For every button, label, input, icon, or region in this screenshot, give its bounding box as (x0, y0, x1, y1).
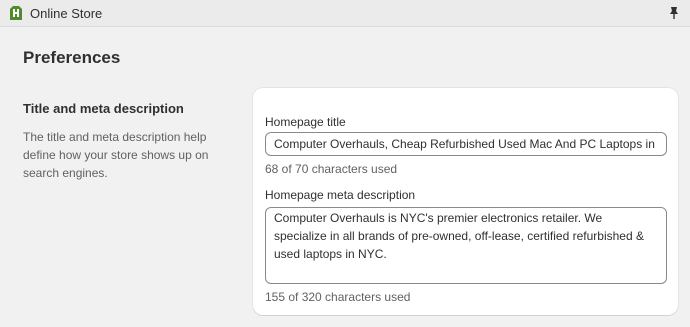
section-heading: Title and meta description (23, 101, 184, 116)
page-title: Preferences (23, 48, 121, 67)
pin-icon[interactable] (668, 6, 680, 20)
shopify-bag-icon (10, 6, 22, 20)
top-bar: Online Store (0, 0, 690, 27)
homepage-title-label: Homepage title (265, 115, 346, 129)
meta-description-textarea[interactable]: Computer Overhauls is NYC's premier elec… (265, 207, 667, 284)
seo-card: Homepage title 68 of 70 characters used … (253, 88, 678, 315)
section-description: The title and meta description help defi… (23, 130, 209, 180)
homepage-title-input[interactable] (265, 132, 667, 156)
meta-description-char-count: 155 of 320 characters used (265, 290, 411, 304)
meta-description-label: Homepage meta description (265, 188, 416, 202)
app-name: Online Store (30, 6, 103, 21)
homepage-title-char-count: 68 of 70 characters used (265, 162, 398, 176)
